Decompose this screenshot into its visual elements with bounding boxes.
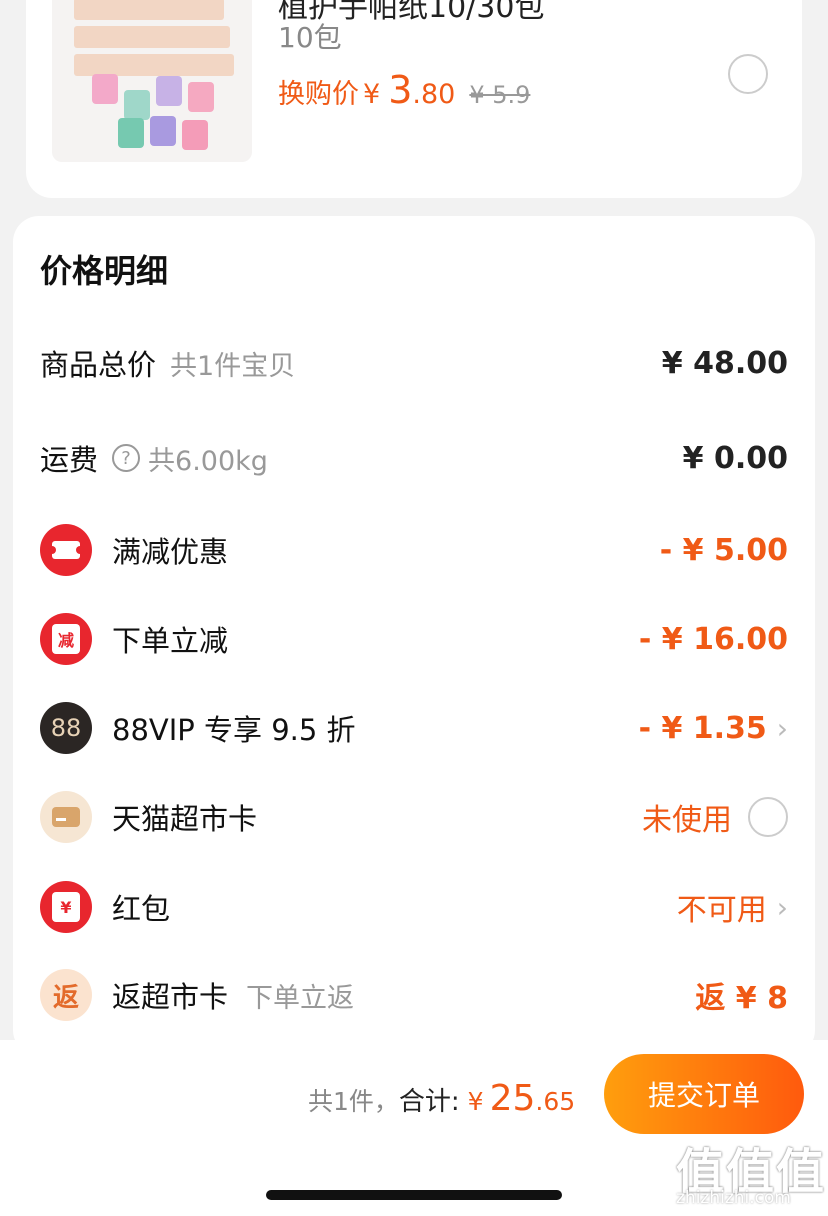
red-packet-row[interactable]: ¥ 红包 不可用 › (40, 881, 788, 933)
swap-currency: ¥ (363, 79, 381, 110)
swap-price: 换购价 ¥ 3 .80 ¥ 5.9 (278, 68, 530, 112)
swap-item-card: 植护手帕纸10/30包 10包 换购价 ¥ 3 .80 ¥ 5.9 (26, 0, 802, 198)
rebate-label: 返超市卡 (112, 980, 229, 1014)
image-pack (156, 76, 182, 106)
original-price: ¥ 5.9 (469, 81, 531, 109)
swap-select-radio[interactable] (728, 54, 768, 94)
shipping-weight: 共6.00kg (148, 445, 268, 477)
rebate-row: 返 返超市卡 下单立返 返 ¥ 8 (40, 969, 788, 1021)
image-pack (118, 118, 144, 148)
vip-discount-amount: - ¥ 1.35 (638, 710, 767, 746)
image-tissue-stack (74, 0, 224, 20)
full-reduction-amount: - ¥ 5.00 (659, 532, 788, 568)
reduce-icon: 减 (40, 613, 92, 665)
total-label: 合计: (398, 1087, 460, 1117)
shipping-label: 运费 (40, 443, 99, 477)
image-pack (150, 116, 176, 146)
price-detail-card: 价格明细 商品总价 共1件宝贝 ¥ 48.00 运费 ? 共6.00kg ¥ 0… (13, 216, 815, 1056)
image-pack (124, 90, 150, 120)
image-pack (188, 82, 214, 112)
product-image[interactable] (52, 0, 252, 162)
image-pack (92, 74, 118, 104)
supermarket-card-status: 未使用 (642, 803, 732, 838)
red-packet-label: 红包 (112, 892, 171, 926)
rebate-sub: 下单立返 (246, 982, 355, 1014)
full-reduction-row: 满减优惠 - ¥ 5.00 (40, 524, 788, 576)
image-pack (182, 120, 208, 150)
home-indicator[interactable] (266, 1190, 562, 1200)
shipping-row: 运费 ? 共6.00kg ¥ 0.00 (40, 433, 788, 483)
red-packet-status: 不可用 (676, 893, 767, 928)
chevron-right-icon[interactable]: › (777, 712, 788, 745)
vip-discount-row[interactable]: 88 88VIP 专享 9.5 折 - ¥ 1.35 › (40, 702, 788, 754)
total-dec: .65 (535, 1087, 576, 1116)
full-reduction-label: 满减优惠 (112, 535, 229, 569)
section-title: 价格明细 (40, 252, 169, 290)
vip-discount-label: 88VIP 专享 9.5 折 (112, 713, 356, 747)
swap-price-dec: .80 (412, 79, 456, 110)
help-icon[interactable]: ? (112, 444, 141, 472)
red-packet-icon: ¥ (40, 881, 92, 933)
swap-price-label: 换购价 (278, 79, 359, 110)
total-int: 25 (489, 1078, 536, 1119)
coupon-ticket-icon (40, 524, 92, 576)
swap-price-int: 3 (388, 68, 413, 112)
order-reduction-label: 下单立减 (112, 624, 229, 658)
goods-total-row: 商品总价 共1件宝贝 ¥ 48.00 (40, 338, 788, 388)
supermarket-card-label: 天猫超市卡 (112, 802, 258, 836)
rebate-amount: 返 ¥ 8 (695, 981, 788, 1016)
supermarket-card-row: 天猫超市卡 未使用 (40, 791, 788, 843)
chevron-right-icon[interactable]: › (777, 891, 788, 924)
goods-total-sub: 共1件宝贝 (170, 350, 296, 382)
vip-88-icon: 88 (40, 702, 92, 754)
submit-order-button[interactable]: 提交订单 (604, 1054, 804, 1134)
product-spec: 10包 (278, 21, 342, 54)
order-reduction-amount: - ¥ 16.00 (638, 621, 788, 657)
image-tissue-stack (74, 26, 230, 48)
order-total: 共1件， 合计: ¥ 25 .65 (308, 1078, 575, 1119)
item-count: 共1件， (308, 1087, 399, 1116)
supermarket-card-radio[interactable] (748, 797, 788, 837)
card-icon (40, 791, 92, 843)
watermark-url: zhizhizhi.com (676, 1188, 791, 1208)
image-tissue-stack (74, 54, 234, 76)
total-currency: ¥ (467, 1087, 484, 1116)
goods-total-label: 商品总价 (40, 348, 157, 382)
order-reduction-row: 减 下单立减 - ¥ 16.00 (40, 613, 788, 665)
goods-total-amount: ¥ 48.00 (661, 345, 788, 381)
shipping-amount: ¥ 0.00 (682, 440, 788, 476)
rebate-icon: 返 (40, 969, 92, 1021)
